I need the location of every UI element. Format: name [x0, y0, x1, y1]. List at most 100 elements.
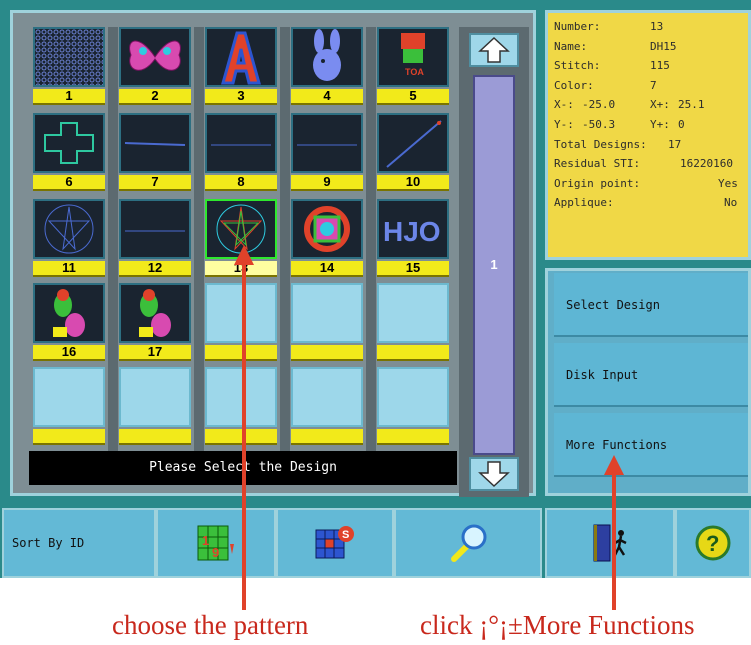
design-thumbnail[interactable] [377, 113, 449, 173]
grid-s-icon: S [315, 526, 354, 559]
design-thumbnail[interactable] [205, 113, 277, 173]
sort-button[interactable]: 1 9 [156, 508, 276, 578]
design-thumbnail[interactable] [33, 113, 105, 173]
design-thumbnail[interactable] [119, 283, 191, 343]
design-thumbnail[interactable] [33, 27, 105, 87]
column-separator [366, 27, 376, 455]
design-cell-16[interactable]: 16 [33, 283, 105, 363]
design-number-label: 4 [291, 89, 363, 105]
design-cell-empty[interactable] [33, 367, 105, 447]
scroll-track[interactable]: 1 [473, 75, 515, 455]
design-number-label: 5 [377, 89, 449, 105]
column-separator [194, 27, 204, 455]
design-thumbnail[interactable] [119, 27, 191, 87]
column-separator [108, 27, 118, 455]
design-cell-7[interactable]: 7 [119, 113, 191, 193]
design-thumbnail[interactable]: TOA [377, 27, 449, 87]
annotation-click-more-functions: click ¡°¡±More Functions [420, 610, 695, 640]
design-cell-10[interactable]: 10 [377, 113, 449, 193]
empty-thumbnail[interactable] [205, 367, 277, 427]
design-number-label: 10 [377, 175, 449, 191]
more-functions-button[interactable]: More Functions [554, 413, 748, 477]
svg-text:TOA: TOA [405, 67, 424, 77]
design-cell-empty[interactable] [377, 367, 449, 447]
design-cell-8[interactable]: 8 [205, 113, 277, 193]
empty-thumbnail[interactable] [291, 367, 363, 427]
design-number-label [291, 429, 363, 445]
design-cell-17[interactable]: 17 [119, 283, 191, 363]
design-cell-2[interactable]: 2 [119, 27, 191, 107]
design-cell-13[interactable]: 13 [205, 199, 277, 279]
empty-thumbnail[interactable] [291, 283, 363, 343]
search-button[interactable] [394, 508, 542, 578]
design-cell-15[interactable]: HJO 15 [377, 199, 449, 279]
design-number-label [205, 429, 277, 445]
empty-thumbnail[interactable] [119, 367, 191, 427]
svg-text:9: 9 [212, 545, 219, 560]
page-number: 1 [490, 257, 498, 272]
help-button[interactable]: ? [675, 508, 751, 578]
design-cell-empty[interactable] [205, 367, 277, 447]
sort-by-id-button[interactable]: Sort By ID [2, 508, 156, 578]
exit-button[interactable] [545, 508, 675, 578]
svg-text:?: ? [706, 531, 719, 556]
arrow-head-icon [604, 455, 624, 475]
empty-thumbnail[interactable] [377, 367, 449, 427]
sort-by-id-label: Sort By ID [12, 536, 85, 550]
arrow-down-icon [478, 461, 510, 488]
total-designs-value: 17 [668, 137, 682, 151]
scroll-up-button[interactable] [469, 33, 519, 67]
annotation-arrow [242, 258, 246, 610]
design-cell-empty[interactable] [119, 367, 191, 447]
number-value: 13 [650, 20, 664, 33]
design-number-label: 16 [33, 345, 105, 361]
design-cell-9[interactable]: 9 [291, 113, 363, 193]
design-cell-empty[interactable] [291, 283, 363, 363]
empty-thumbnail[interactable] [377, 283, 449, 343]
residual-sti-label: Residual STI: [554, 157, 641, 171]
annotation-choose-pattern: choose the pattern [112, 610, 309, 640]
design-thumbnail[interactable] [291, 113, 363, 173]
color-value: 7 [650, 78, 657, 92]
design-thumbnail[interactable]: HJO [377, 199, 449, 259]
design-cell-1[interactable]: 1 [33, 27, 105, 107]
scrollbar[interactable]: 1 [459, 27, 529, 497]
empty-thumbnail[interactable] [33, 367, 105, 427]
design-number-label: 7 [119, 175, 191, 191]
column-separator [280, 27, 290, 455]
design-thumbnail[interactable] [119, 199, 191, 259]
design-number-label: 1 [33, 89, 105, 105]
design-cell-empty[interactable] [205, 283, 277, 363]
design-number-label [291, 345, 363, 361]
svg-text:S: S [342, 529, 349, 541]
design-cell-empty[interactable] [377, 283, 449, 363]
design-cell-14[interactable]: 14 [291, 199, 363, 279]
y-minus-label: Y-: [554, 117, 574, 131]
scroll-down-button[interactable] [469, 457, 519, 491]
sort-s-button[interactable]: S [276, 508, 394, 578]
design-thumbnail[interactable] [119, 113, 191, 173]
select-design-button[interactable]: Select Design [554, 273, 748, 337]
svg-text:1: 1 [202, 533, 209, 548]
design-grid-panel: 1 2 3 4 TOA 5 6 7 8 9 10 11 12 13 14 HJO 15 16 17 1 Please… [10, 10, 536, 497]
design-cell-12[interactable]: 12 [119, 199, 191, 279]
design-thumbnail[interactable] [33, 283, 105, 343]
empty-thumbnail[interactable] [205, 283, 277, 343]
y-plus-label: Y+: [650, 117, 670, 131]
design-cell-empty[interactable] [291, 367, 363, 447]
disk-input-button[interactable]: Disk Input [554, 343, 748, 407]
design-cell-5[interactable]: TOA 5 [377, 27, 449, 107]
design-cell-6[interactable]: 6 [33, 113, 105, 193]
design-number-label: 9 [291, 175, 363, 191]
stitch-value: 115 [650, 59, 670, 73]
design-thumbnail[interactable] [291, 199, 363, 259]
design-number-label [33, 429, 105, 445]
design-cell-11[interactable]: 11 [33, 199, 105, 279]
design-number-label: 15 [377, 261, 449, 277]
design-thumbnail[interactable] [291, 27, 363, 87]
design-cell-4[interactable]: 4 [291, 27, 363, 107]
design-cell-3[interactable]: 3 [205, 27, 277, 107]
design-thumbnail[interactable] [205, 27, 277, 87]
name-label: Name: [554, 39, 588, 53]
design-thumbnail[interactable] [33, 199, 105, 259]
